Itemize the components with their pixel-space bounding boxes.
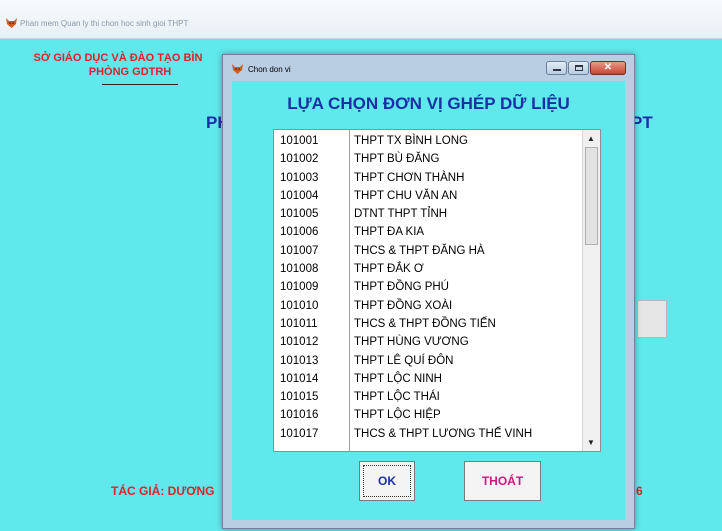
column-separator	[349, 130, 350, 451]
dept-subheader: PHÒNG GDTRH	[88, 66, 172, 78]
unit-code: 101010	[280, 299, 319, 312]
unit-code: 101006	[280, 226, 319, 239]
background-button[interactable]	[637, 300, 667, 338]
unit-code: 101014	[280, 372, 319, 385]
unit-code: 101017	[280, 427, 319, 440]
unit-name: THPT ĐA KIA	[354, 226, 425, 239]
unit-name: THPT LỘC HIỆP	[354, 409, 441, 422]
unit-code: 101004	[280, 189, 319, 202]
dialog-heading: LỰA CHỌN ĐƠN VỊ GHÉP DỮ LIỆU	[287, 94, 570, 113]
main-titlebar: Phan mem Quan ly thi chon hoc sinh gioi …	[0, 0, 722, 39]
ok-button[interactable]: OK	[359, 461, 415, 501]
unit-name: THPT ĐẮK Ơ	[354, 263, 424, 276]
minimize-button[interactable]	[546, 61, 567, 75]
unit-name: THPT CHƠN THÀNH	[354, 171, 465, 184]
window-controls: ✕	[545, 61, 626, 75]
fox-icon	[232, 64, 243, 74]
author-label-right: 6	[636, 484, 643, 498]
unit-name: THPT LÊ QUÍ ĐÔN	[354, 354, 454, 367]
exit-button[interactable]: THOÁT	[464, 461, 541, 501]
fox-icon	[6, 18, 17, 28]
scroll-down-arrow-icon[interactable]: ▼	[583, 434, 599, 451]
unit-code: 101012	[280, 336, 319, 349]
minimize-icon	[553, 69, 561, 71]
unit-name: THPT HÙNG VƯƠNG	[354, 336, 469, 349]
unit-listbox[interactable]: 101001 THPT TX BÌNH LONG 101002 THPT BÙ ĐĂN…	[273, 129, 601, 452]
close-icon: ✕	[603, 62, 613, 73]
unit-name: THCS & THPT LƯƠNG THẾ VINH	[354, 427, 533, 440]
dept-underline	[102, 84, 178, 85]
unit-code: 101005	[280, 208, 319, 221]
maximize-button[interactable]	[568, 61, 589, 75]
scroll-up-arrow-icon[interactable]: ▲	[583, 130, 599, 147]
unit-code: 101007	[280, 244, 319, 257]
dialog-body: LỰA CHỌN ĐƠN VỊ GHÉP DỮ LIỆU 101001 THPT …	[232, 81, 625, 520]
unit-name: THPT LỘC THÁI	[354, 391, 440, 404]
unit-name: THPT ĐỒNG PHÚ	[354, 281, 449, 294]
unit-code: 101011	[280, 317, 318, 330]
unit-code: 101002	[280, 153, 319, 166]
unit-code: 101001	[280, 135, 319, 147]
unit-name: THCS & THPT ĐĂNG HÀ	[354, 244, 485, 257]
unit-code: 101008	[280, 263, 319, 276]
unit-code: 101016	[280, 409, 319, 422]
vertical-scrollbar[interactable]: ▲ ▼	[582, 130, 600, 451]
dept-header: SỞ GIÁO DỤC VÀ ĐÀO TẠO BÌN	[33, 52, 203, 64]
unit-name: THPT CHU VĂN AN	[354, 189, 458, 202]
main-window-title: Phan mem Quan ly thi chon hoc sinh gioi …	[20, 19, 189, 28]
unit-name: THPT ĐỒNG XOÀI	[354, 299, 453, 312]
dialog-title: Chon don vi	[248, 65, 291, 74]
unit-name: THPT TX BÌNH LONG	[354, 135, 468, 147]
unit-name: THPT BÙ ĐĂNG	[354, 153, 440, 166]
maximize-icon	[575, 65, 583, 71]
close-button[interactable]: ✕	[590, 61, 626, 75]
unit-code: 101003	[280, 171, 319, 184]
unit-name: THPT LỘC NINH	[354, 372, 442, 385]
unit-name: DTNT THPT TỈNH	[354, 208, 448, 221]
choose-unit-dialog: Chon don vi ✕ LỰA CHỌN ĐƠN VỊ GHÉP DỮ LI…	[222, 54, 635, 529]
unit-code: 101013	[280, 354, 319, 367]
scrollbar-thumb[interactable]	[585, 147, 598, 245]
author-label: TÁC GIẢ: DƯƠNG	[111, 484, 215, 498]
dialog-titlebar[interactable]: Chon don vi ✕	[223, 55, 634, 81]
unit-name: THCS & THPT ĐỒNG TIẾN	[354, 317, 496, 330]
unit-code: 101009	[280, 281, 319, 294]
unit-code: 101015	[280, 391, 319, 404]
